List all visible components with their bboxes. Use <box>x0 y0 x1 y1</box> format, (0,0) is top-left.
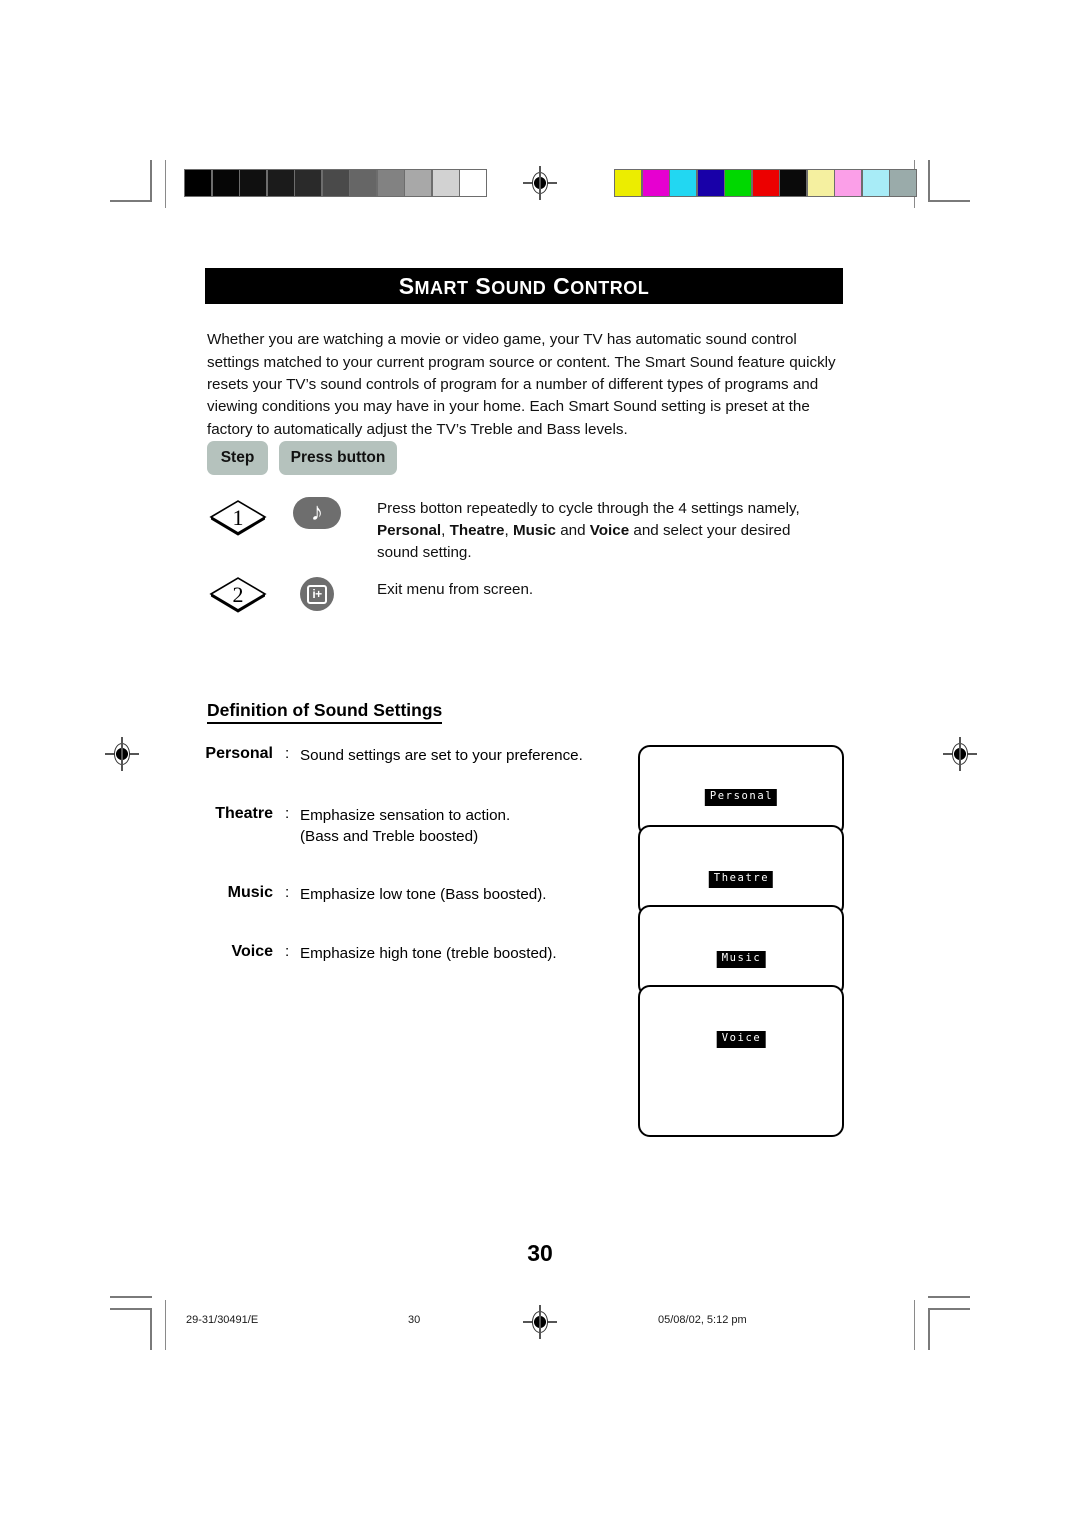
color-swatch-8 <box>835 170 861 196</box>
section-heading-definitions: Definition of Sound Settings <box>207 700 443 724</box>
crop-mark-bottom-left-h2 <box>110 1308 152 1310</box>
definition-theatre-line-1: Emphasize sensation to action. <box>300 807 511 824</box>
trim-line-right-bottom <box>914 1300 915 1350</box>
grayscale-swatch-8 <box>405 170 431 196</box>
page-number: 30 <box>527 1240 553 1266</box>
step-1-line-2-tail: and select your desired <box>629 522 791 539</box>
crop-mark-bottom-right-v <box>928 1308 930 1350</box>
grayscale-swatch-4 <box>295 170 321 196</box>
color-swatch-4 <box>725 170 751 196</box>
grayscale-swatch-5 <box>322 170 349 196</box>
definition-colon-personal: : <box>285 745 290 762</box>
table-header-press-button: Press button <box>279 441 397 475</box>
grayscale-calibration-bar <box>184 169 487 197</box>
footer-page-number: 30 <box>408 1314 421 1326</box>
registration-crosshair-icon-bottom <box>523 1305 557 1339</box>
crop-mark-top-left-v <box>150 160 152 202</box>
osd-label-music: Music <box>716 951 766 968</box>
grayscale-swatch-2 <box>240 170 266 196</box>
tv-screen-voice: Voice <box>638 985 844 1137</box>
definition-colon-music: : <box>285 884 290 901</box>
color-swatch-6 <box>780 170 806 196</box>
osd-label-personal: Personal <box>704 789 778 806</box>
definition-term-personal: Personal <box>205 745 273 762</box>
footer-job-code: 29-31/30491/E <box>186 1314 259 1326</box>
crop-mark-bottom-left-v <box>150 1308 152 1350</box>
color-calibration-bar <box>614 169 917 197</box>
color-swatch-5 <box>752 170 779 196</box>
sep-3: and <box>555 522 590 539</box>
trim-line-left-bottom <box>165 1300 166 1350</box>
step-number-2: 2 <box>233 582 244 607</box>
table-header-step: Step <box>207 441 268 475</box>
page-title: SMART SOUND CONTROL <box>398 272 650 299</box>
grayscale-swatch-7 <box>377 170 404 196</box>
crop-mark-top-right-v <box>928 160 930 202</box>
crop-mark-bottom-left-h <box>110 1296 152 1298</box>
registration-crosshair-icon-top <box>523 166 557 200</box>
step-1-line-1: Press botton repeatedly to cycle through… <box>377 500 800 517</box>
color-swatch-1 <box>642 170 669 196</box>
music-note-button-icon[interactable]: ♪ <box>293 497 341 529</box>
definition-term-music: Music <box>227 884 273 901</box>
step-number-diamond-1: 1 <box>208 497 268 537</box>
step-2-instruction: Exit menu from screen. <box>377 579 857 601</box>
definition-body-voice: Emphasize high tone (treble boosted). <box>300 943 630 964</box>
crop-mark-top-right-h <box>928 200 970 202</box>
grayscale-swatch-1 <box>212 170 239 196</box>
sep-2: , <box>504 522 513 539</box>
color-swatch-9 <box>862 170 889 196</box>
footer-timestamp: 05/08/02, 5:12 pm <box>658 1314 747 1326</box>
step-number-1: 1 <box>233 505 244 530</box>
color-swatch-7 <box>807 170 834 196</box>
definition-term-theatre: Theatre <box>215 805 273 822</box>
term-personal: Personal <box>377 522 442 539</box>
definition-body-music: Emphasize low tone (Bass boosted). <box>300 884 630 905</box>
definition-body-personal: Sound settings are set to your preferenc… <box>300 745 630 766</box>
tv-screen-personal: Personal <box>638 745 844 837</box>
color-swatch-3 <box>697 170 724 196</box>
term-voice: Voice <box>589 522 630 539</box>
definition-theatre-line-2: (Bass and Treble boosted) <box>300 828 479 845</box>
definition-term-voice: Voice <box>231 943 274 960</box>
definition-body-theatre: Emphasize sensation to action. (Bass and… <box>300 805 630 847</box>
term-theatre: Theatre <box>449 522 505 539</box>
page-title-banner: SMART SOUND CONTROL <box>205 268 843 304</box>
step-number-diamond-2: 2 <box>208 574 268 614</box>
step-1-instruction: Press botton repeatedly to cycle through… <box>377 498 857 564</box>
info-status-button-icon[interactable]: i+ <box>300 577 334 611</box>
trim-line-left-top <box>165 160 166 208</box>
crop-mark-top-left-h <box>110 200 152 202</box>
tv-screen-music: Music <box>638 905 844 997</box>
grayscale-swatch-3 <box>267 170 294 196</box>
tv-screen-theatre: Theatre <box>638 825 844 917</box>
term-music: Music <box>512 522 556 539</box>
definition-voice-line-1: Emphasize high tone (treble boosted). <box>300 945 557 962</box>
crop-mark-bottom-right-h <box>928 1296 970 1298</box>
registration-crosshair-icon-right <box>943 737 977 771</box>
step-1-line-3: sound setting. <box>377 544 472 561</box>
grayscale-swatch-0 <box>185 170 211 196</box>
color-swatch-2 <box>670 170 696 196</box>
color-swatch-0 <box>615 170 641 196</box>
definition-colon-voice: : <box>285 943 290 960</box>
color-swatch-10 <box>890 170 916 196</box>
info-plus-glyph: i+ <box>307 584 327 604</box>
definition-colon-theatre: : <box>285 805 290 822</box>
intro-paragraph: Whether you are watching a movie or vide… <box>207 331 836 438</box>
music-note-glyph: ♪ <box>310 497 324 526</box>
osd-label-theatre: Theatre <box>708 871 774 888</box>
grayscale-swatch-6 <box>350 170 376 196</box>
grayscale-swatch-9 <box>432 170 459 196</box>
grayscale-swatch-10 <box>460 170 486 196</box>
registration-crosshair-icon-left <box>105 737 139 771</box>
crop-mark-bottom-right-h2 <box>928 1308 970 1310</box>
osd-label-voice: Voice <box>716 1031 766 1048</box>
definition-personal-line-1: Sound settings are set to your preferenc… <box>300 747 583 764</box>
step-2-line-1: Exit menu from screen. <box>377 581 534 598</box>
sep-1: , <box>441 522 450 539</box>
definition-music-line-1: Emphasize low tone (Bass boosted). <box>300 886 547 903</box>
